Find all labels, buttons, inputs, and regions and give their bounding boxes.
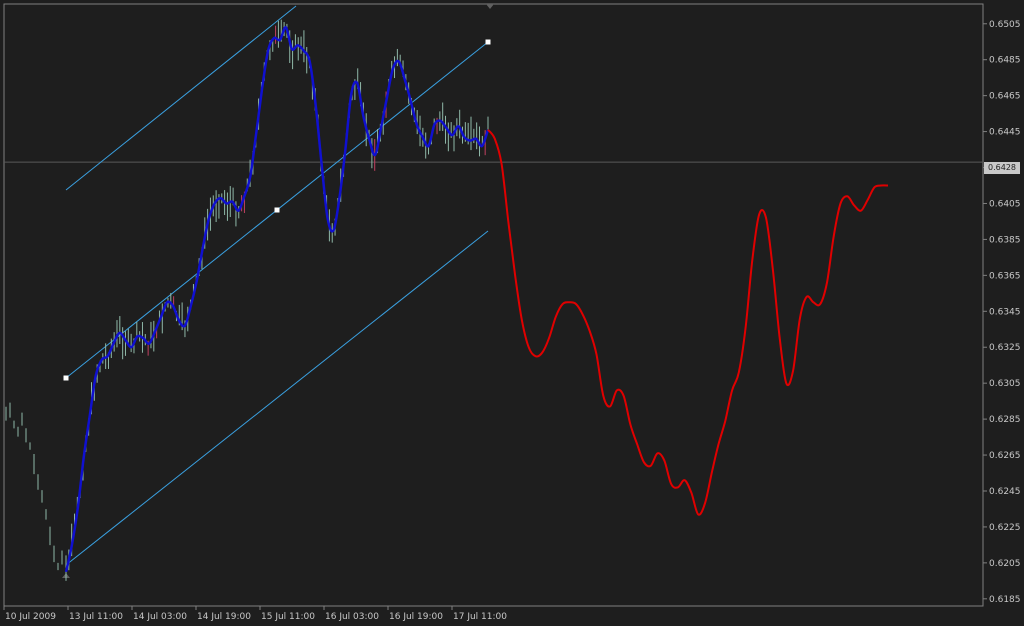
channel-handle[interactable] [63,375,69,381]
plot-frame [3,3,984,607]
x-tick-label: 14 Jul 19:00 [197,612,251,622]
y-tick-label: 0.6445 [989,128,1021,138]
scroll-marker-top [486,4,494,9]
y-tick-label: 0.6405 [989,199,1021,209]
y-tick-label: 0.6465 [989,92,1021,102]
x-tick-label: 16 Jul 19:00 [389,612,443,622]
channel-lower-line [65,230,489,566]
x-tick-label: 14 Jul 03:00 [133,612,187,622]
chart-root: 0.65050.64850.64650.64450.64250.64050.63… [0,0,1024,626]
y-tick-label: 0.6225 [989,523,1021,533]
y-tick-label: 0.6365 [989,271,1021,281]
y-tick-label: 0.6265 [989,451,1021,461]
y-tick-label: 0.6325 [989,343,1021,353]
y-tick-label: 0.6385 [989,235,1021,245]
y-tick-label: 0.6505 [989,20,1021,30]
channel-handle[interactable] [274,207,280,213]
moving-average-line [64,26,490,573]
y-tick-label: 0.6285 [989,415,1021,425]
forecast-line [487,129,889,516]
x-tick-label: 13 Jul 11:00 [69,612,123,622]
chart-plot: 0.65050.64850.64650.64450.64250.64050.63… [3,3,1021,622]
x-tick-label: 15 Jul 11:00 [261,612,315,622]
y-tick-label: 0.6485 [989,56,1021,66]
x-tick-label: 10 Jul 2009 [5,612,56,622]
y-tick-label: 0.6205 [989,559,1021,569]
y-tick-label: 0.6305 [989,379,1021,389]
y-tick-label: 0.6185 [989,595,1021,605]
x-tick-label: 16 Jul 03:00 [325,612,379,622]
y-tick-label: 0.6245 [989,487,1021,497]
x-tick-label: 17 Jul 11:00 [453,612,507,622]
current-price-label: 0.6428 [984,162,1020,174]
y-tick-label: 0.6345 [989,307,1021,317]
channel-handle[interactable] [485,39,491,45]
